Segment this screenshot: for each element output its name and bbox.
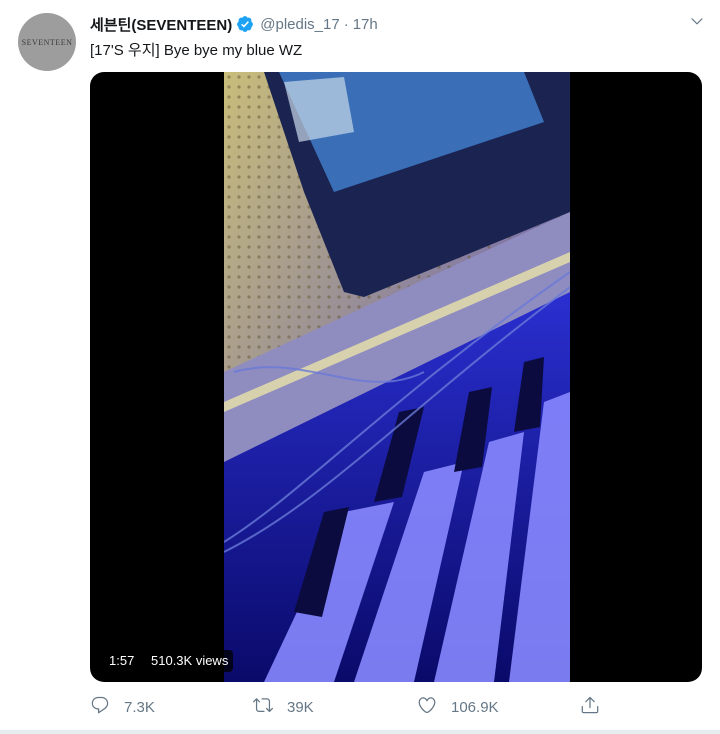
verified-badge-icon (236, 15, 254, 33)
reply-icon (90, 695, 124, 719)
avatar-logo-text: SEVENTEEN (21, 37, 73, 47)
tweet-actions: 7.3K 39K 106.9K (90, 694, 702, 720)
divider (0, 730, 720, 734)
tweet-text: [17'S 우지] Bye bye my blue WZ (90, 42, 303, 59)
timestamp[interactable]: 17h (353, 16, 378, 33)
tweet-card[interactable]: SEVENTEEN 세븐틴(SEVENTEEN) @pledis_17 · 17… (0, 0, 720, 734)
video-duration: 1:57 (104, 650, 140, 672)
handle[interactable]: @pledis_17 (260, 16, 339, 33)
chevron-down-icon[interactable] (688, 12, 706, 30)
avatar[interactable]: SEVENTEEN (18, 13, 76, 71)
video-thumbnail-image (224, 72, 570, 682)
retweet-icon (253, 695, 287, 719)
video-frame[interactable] (224, 72, 570, 682)
share-icon (580, 695, 614, 719)
share-button[interactable] (580, 694, 614, 720)
video-player[interactable]: 1:57 510.3K views (90, 72, 702, 682)
like-button[interactable]: 106.9K (417, 694, 499, 720)
heart-icon (417, 695, 451, 719)
retweet-button[interactable]: 39K (253, 694, 314, 720)
separator-dot: · (343, 15, 349, 33)
retweet-count: 39K (287, 698, 314, 716)
reply-count: 7.3K (124, 698, 155, 716)
tweet-header: 세븐틴(SEVENTEEN) @pledis_17 · 17h (90, 13, 378, 35)
reply-button[interactable]: 7.3K (90, 694, 155, 720)
like-count: 106.9K (451, 698, 499, 716)
display-name[interactable]: 세븐틴(SEVENTEEN) (90, 14, 232, 35)
video-views: 510.3K views (146, 650, 234, 672)
